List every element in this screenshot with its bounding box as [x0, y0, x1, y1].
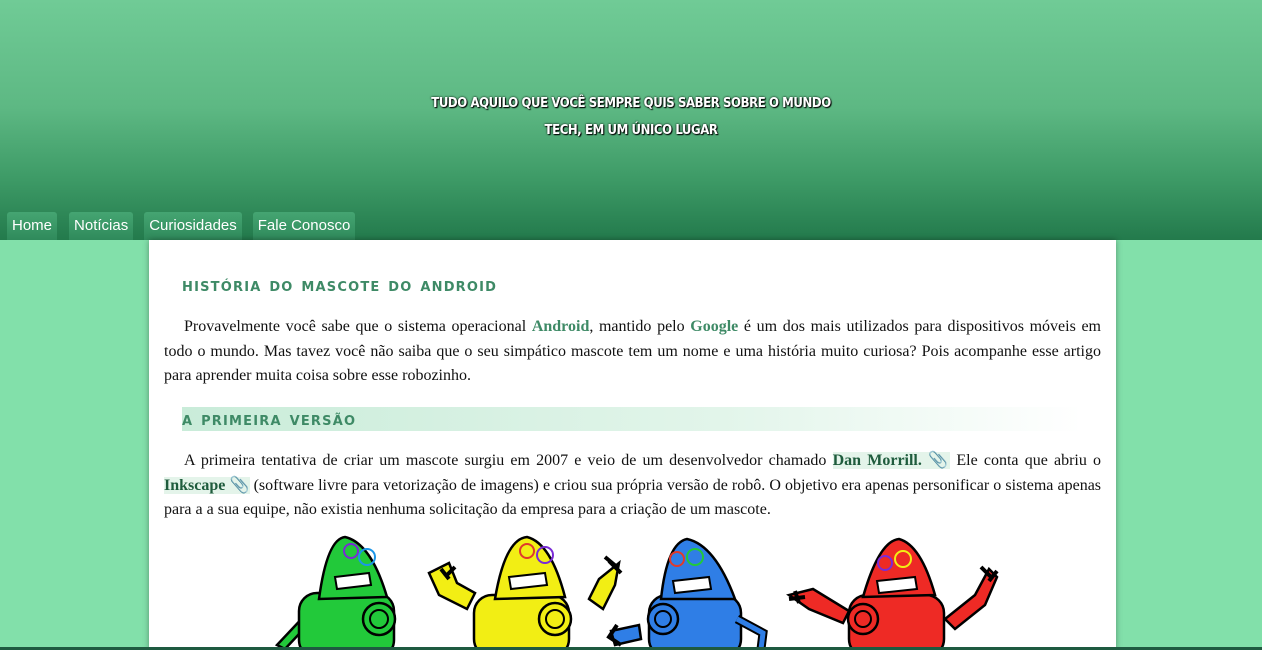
paperclip-icon: 📎 [928, 452, 951, 469]
main-nav: Home Notícias Curiosidades Fale Conosco [7, 212, 366, 240]
section-text-b: Ele conta que abriu o [950, 452, 1102, 469]
robots-image [274, 535, 999, 650]
intro-text-b: , mantido pelo [589, 318, 691, 335]
nav-curiosidades[interactable]: Curiosidades [144, 212, 242, 240]
nav-fale-conosco[interactable]: Fale Conosco [252, 212, 356, 240]
nav-home[interactable]: Home [7, 212, 58, 240]
section-text-a: A primeira tentativa de criar um mascote… [184, 452, 833, 469]
dan-morrill-link[interactable]: Dan Morrill. 📎 [832, 452, 951, 469]
intro-text-a: Provavelmente você sabe que o sistema op… [184, 318, 532, 335]
tagline-line-2: TECH, EM UM ÚNICO LUGAR [544, 123, 718, 138]
android-highlight: Android [531, 318, 590, 335]
nav-noticias[interactable]: Notícias [69, 212, 134, 240]
section-text-c: (software livre para vetorização de imag… [164, 476, 1102, 519]
section-paragraph: A primeira tentativa de criar um mascote… [164, 449, 1101, 523]
site-tagline: TUDO AQUILO QUE VOCÊ SEMPRE QUIS SABER S… [0, 90, 1262, 144]
intro-paragraph: Provavelmente você sabe que o sistema op… [164, 315, 1101, 389]
section-title: A primeira versão [182, 407, 1082, 431]
article-content: História do mascote do Android Provavelm… [149, 240, 1116, 650]
inkscape-link-text: Inkscape [164, 476, 226, 494]
inkscape-link[interactable]: Inkscape 📎 [164, 476, 250, 494]
green-robot [274, 535, 397, 650]
blue-robot [606, 537, 768, 650]
site-header: TUDO AQUILO QUE VOCÊ SEMPRE QUIS SABER S… [0, 0, 1262, 240]
dan-morrill-link-text: Dan Morrill. [832, 452, 922, 469]
paperclip-icon: 📎 [229, 476, 250, 494]
red-robot [786, 537, 999, 650]
tagline-line-1: TUDO AQUILO QUE VOCÊ SEMPRE QUIS SABER S… [431, 96, 831, 111]
google-highlight: Google [690, 318, 739, 335]
yellow-robot [427, 535, 623, 650]
article-title: História do mascote do Android [182, 274, 498, 296]
